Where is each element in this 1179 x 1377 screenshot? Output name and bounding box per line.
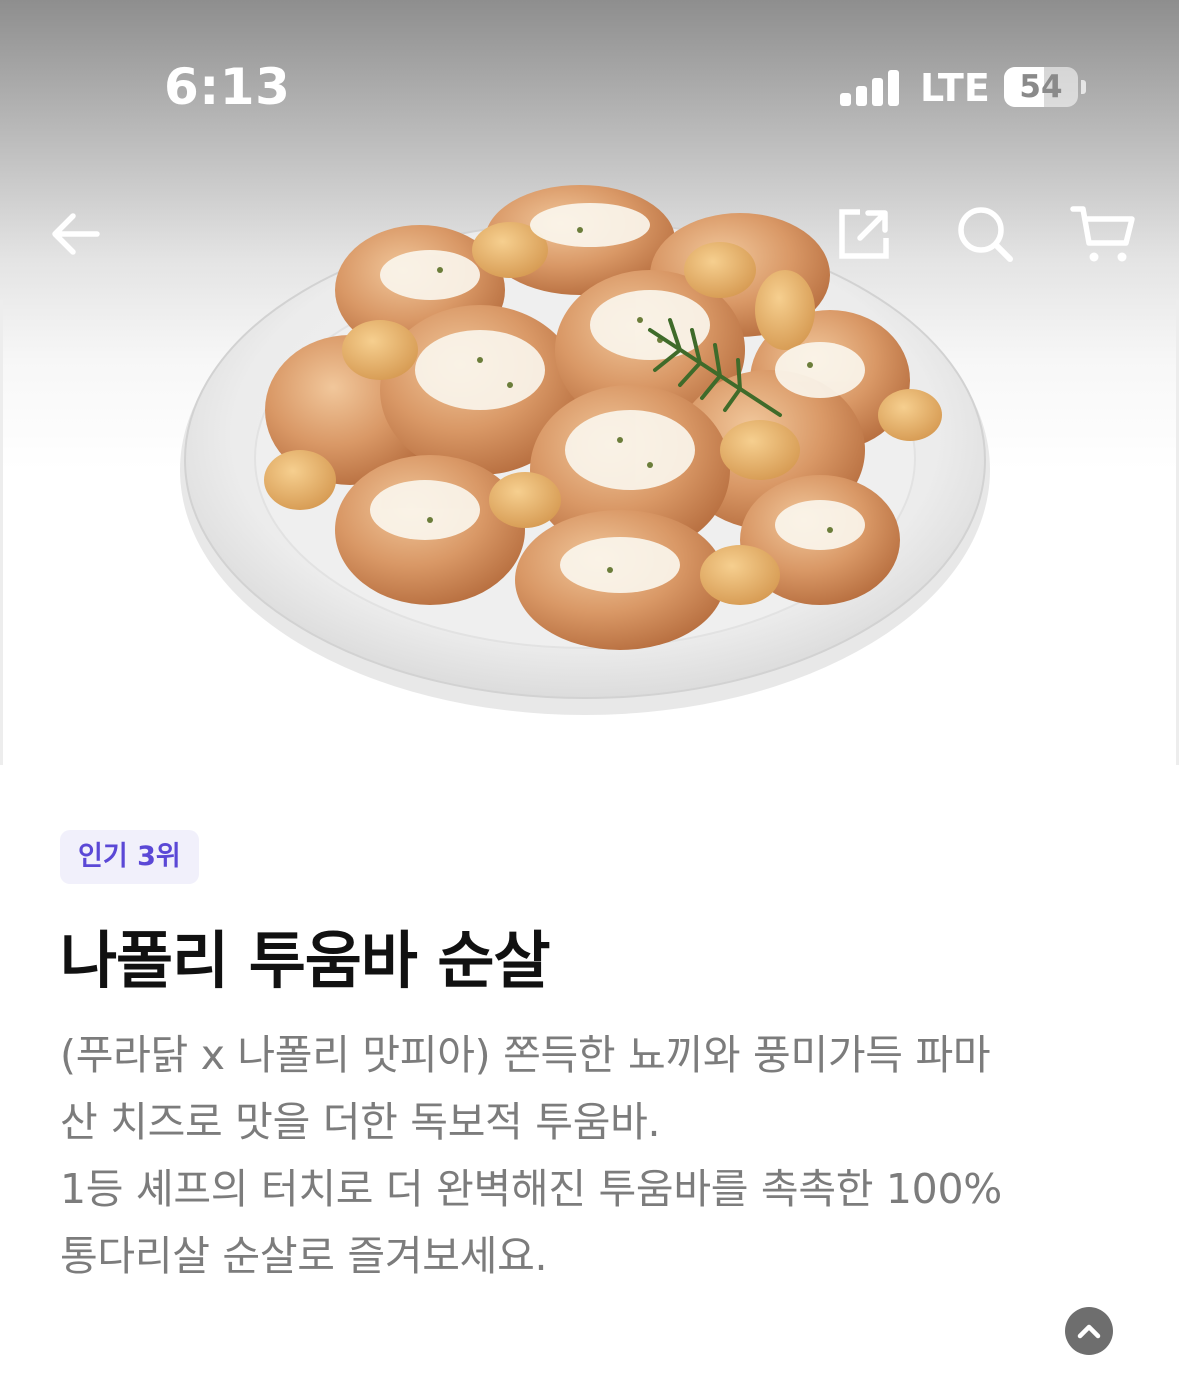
chevron-up-icon xyxy=(1077,1324,1101,1339)
product-title: 나폴리 투움바 순살 xyxy=(60,924,550,997)
back-button[interactable] xyxy=(40,199,110,269)
cart-button[interactable] xyxy=(1068,199,1138,269)
popularity-badge: 인기 3위 xyxy=(60,830,199,884)
scroll-to-top-button[interactable] xyxy=(1065,1307,1113,1355)
battery-cap xyxy=(1081,80,1086,94)
product-description: (푸라닭 x 나폴리 맛피아) 쫀득한 뇨끼와 풍미가득 파마 산 치즈로 맛을… xyxy=(60,1022,1100,1290)
signal-icon xyxy=(840,70,900,106)
description-line: 산 치즈로 맛을 더한 독보적 투움바. xyxy=(60,1098,661,1146)
share-icon xyxy=(839,209,889,259)
share-button[interactable] xyxy=(829,199,899,269)
description-line: (푸라닭 x 나폴리 맛피아) 쫀득한 뇨끼와 풍미가득 파마 xyxy=(60,1031,991,1079)
status-time: 6:13 xyxy=(164,58,291,116)
back-arrow-icon xyxy=(52,213,100,255)
battery-icon: 54 xyxy=(1004,67,1078,107)
description-line: 통다리살 순살로 즐겨보세요. xyxy=(60,1232,548,1280)
network-type: LTE xyxy=(920,66,990,110)
cart-icon xyxy=(1070,206,1135,262)
product-image-area: 6:13 LTE 54 xyxy=(0,0,1179,765)
battery-level: 54 xyxy=(1019,69,1063,105)
search-icon xyxy=(958,207,1013,262)
image-edge-left xyxy=(0,300,3,765)
description-line: 1등 셰프의 터치로 더 완벽해진 투움바를 촉촉한 100% xyxy=(60,1165,1002,1213)
search-button[interactable] xyxy=(950,199,1020,269)
